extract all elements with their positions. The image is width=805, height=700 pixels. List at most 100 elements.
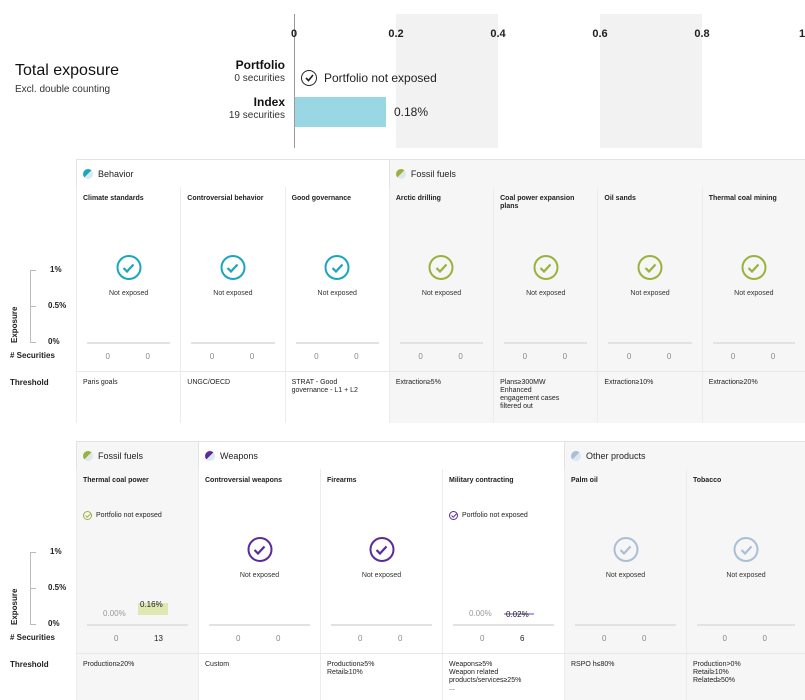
portfolio-securities-count: 0 — [730, 352, 736, 361]
threshold-text: Extraction≥10% — [604, 379, 654, 386]
portfolio-exposure-pct: 0.00% — [469, 609, 492, 618]
exposure-baseline — [608, 342, 692, 344]
check-circle-icon — [324, 255, 350, 280]
portfolio-securities-count: 0 — [358, 634, 363, 643]
threshold-text: Paris goals — [83, 379, 118, 386]
risk-column-title: Good governance — [291, 195, 352, 202]
category-dot-icon — [83, 168, 93, 179]
risk-column[interactable]: Coal power expansion plans Not exposed 0 0 P… — [493, 187, 598, 423]
threshold-text: Production≥20% — [83, 661, 135, 668]
index-exposure-pct: 0.16% — [140, 600, 163, 609]
check-circle-icon — [301, 70, 317, 86]
index-securities-count: 0 — [249, 352, 255, 361]
y-label-1pct: 1% — [50, 265, 62, 274]
y-label-05pct: 0.5% — [48, 583, 67, 592]
y-axis — [30, 271, 31, 343]
category-label: Weapons — [220, 450, 258, 461]
not-exposed-text: Not exposed — [361, 572, 402, 579]
exposure-baseline — [712, 342, 795, 344]
portfolio-securities-count: 0 — [602, 634, 607, 643]
index-securities-count: 0 — [562, 352, 568, 361]
risk-column[interactable]: Palm oil Not exposed 0 0 RSPO h≤80% — [564, 469, 686, 700]
index-securities-count: 0 — [666, 352, 672, 361]
exposure-baseline — [575, 624, 676, 626]
check-circle-icon — [733, 537, 759, 562]
divider — [76, 371, 805, 372]
not-exposed-text: Not exposed — [734, 290, 774, 297]
portfolio-not-exposed-text: Portfolio not exposed — [96, 512, 162, 519]
y-tick — [30, 306, 36, 307]
exposure-axis-title: Exposure — [10, 306, 19, 343]
threshold-text: STRAT - Good governance - L1 + L2 — [291, 379, 358, 395]
check-circle-icon — [613, 537, 638, 562]
axis-tick: 0.2 — [388, 28, 404, 40]
category-group-header[interactable]: Weapons — [198, 441, 564, 469]
portfolio-not-exposed-text: Portfolio not exposed — [462, 512, 528, 519]
index-row-label: Index 19 securities — [229, 95, 285, 121]
risk-column[interactable]: Firearms Not exposed 0 0 Production≥5% Retai… — [320, 469, 442, 700]
risk-panel-2: Fossil fuels Weapons Other products Therma… — [0, 441, 805, 700]
check-circle-icon — [369, 537, 394, 562]
category-group-header[interactable]: Behavior — [76, 159, 389, 187]
index-exposure-value: 0.18% — [394, 105, 429, 119]
risk-column[interactable]: Controversial behavior Not exposed 0 0 UNGC/… — [180, 187, 284, 423]
index-exposure-bar — [295, 97, 386, 127]
exposure-baseline — [697, 624, 795, 626]
total-exposure-subtitle: Excl. double counting — [15, 84, 111, 95]
category-group-header[interactable]: Other products — [564, 441, 805, 469]
index-securities-count: 0 — [762, 634, 767, 643]
risk-column-title: Palm oil — [571, 477, 598, 484]
risk-columns: Thermal coal power Portfolio not exposed 0… — [76, 469, 805, 700]
threshold-text: Production>0% Retail≥10% Related≥50% — [693, 661, 741, 685]
not-exposed-text: Not exposed — [726, 572, 766, 579]
portfolio-securities-count: 0 — [626, 352, 632, 361]
risk-column-title: Military contracting — [449, 477, 514, 484]
category-label: Fossil fuels — [410, 168, 456, 179]
threshold-text: Extraction≥20% — [708, 379, 758, 386]
not-exposed-text: Not exposed — [421, 290, 462, 297]
index-securities-count: 0 — [398, 634, 403, 643]
index-name: Index — [253, 95, 285, 109]
y-tick — [30, 342, 36, 343]
axis-tick: 0.8 — [694, 28, 710, 40]
portfolio-status-text: Portfolio not exposed — [324, 71, 437, 85]
exposure-baseline — [331, 624, 432, 626]
y-axis — [30, 553, 31, 625]
portfolio-not-exposed-status: Portfolio not exposed — [449, 511, 528, 520]
axis-band — [600, 14, 702, 148]
risk-column-title: Controversial weapons — [205, 477, 283, 484]
portfolio-row-label: Portfolio 0 securities — [234, 58, 285, 84]
category-group-header[interactable]: Fossil fuels — [76, 441, 198, 469]
threshold-text: Extraction≥5% — [395, 379, 441, 386]
risk-column-title: Oil sands — [604, 195, 636, 202]
category-group-header[interactable]: Fossil fuels — [388, 159, 805, 187]
threshold-text: Plans≥300MW Enhanced engagement cases fi… — [500, 379, 560, 411]
portfolio-exposure-pct: 0.00% — [103, 609, 126, 618]
category-label: Behavior — [98, 168, 134, 179]
risk-column[interactable]: Thermal coal power Portfolio not exposed 0… — [76, 469, 198, 700]
risk-column[interactable]: Oil sands Not exposed 0 0 Extraction≥10% — [597, 187, 702, 423]
check-circle-icon — [449, 511, 458, 520]
portfolio-securities-count: 0 — [314, 352, 319, 361]
securities-row-label: # Securities — [10, 633, 55, 642]
not-exposed-text: Not exposed — [605, 572, 646, 579]
portfolio-not-exposed-status: Portfolio not exposed — [301, 70, 437, 86]
index-securities-count: 0 — [145, 352, 150, 361]
risk-column[interactable]: Arctic drilling Not exposed 0 0 Extraction≥5… — [388, 187, 494, 423]
risk-column[interactable]: Good governance Not exposed 0 0 STRAT - Good… — [284, 187, 389, 423]
risk-column-title: Coal power expansion plans — [500, 195, 575, 211]
exposure-baseline — [87, 342, 171, 344]
risk-column[interactable]: Military contracting Portfolio not expose… — [442, 469, 564, 700]
portfolio-securities-count: 0 — [722, 634, 727, 643]
exposure-baseline — [399, 342, 484, 344]
risk-column[interactable]: Climate standards Not exposed 0 0 Paris goal… — [76, 187, 180, 423]
risk-column[interactable]: Tobacco Not exposed 0 0 Production>0% Retail… — [686, 469, 805, 700]
risk-column[interactable]: Thermal coal mining Not exposed 0 0 Extracti… — [701, 187, 805, 423]
portfolio-securities-count: 0 — [480, 634, 485, 643]
risk-column[interactable]: Controversial weapons Not exposed 0 0 Custom — [198, 469, 320, 700]
index-securities-count: 13 — [154, 634, 163, 643]
y-tick — [30, 588, 36, 589]
axis-tick: 0.4 — [490, 28, 506, 40]
not-exposed-text: Not exposed — [239, 572, 280, 579]
exposure-baseline — [209, 624, 310, 626]
